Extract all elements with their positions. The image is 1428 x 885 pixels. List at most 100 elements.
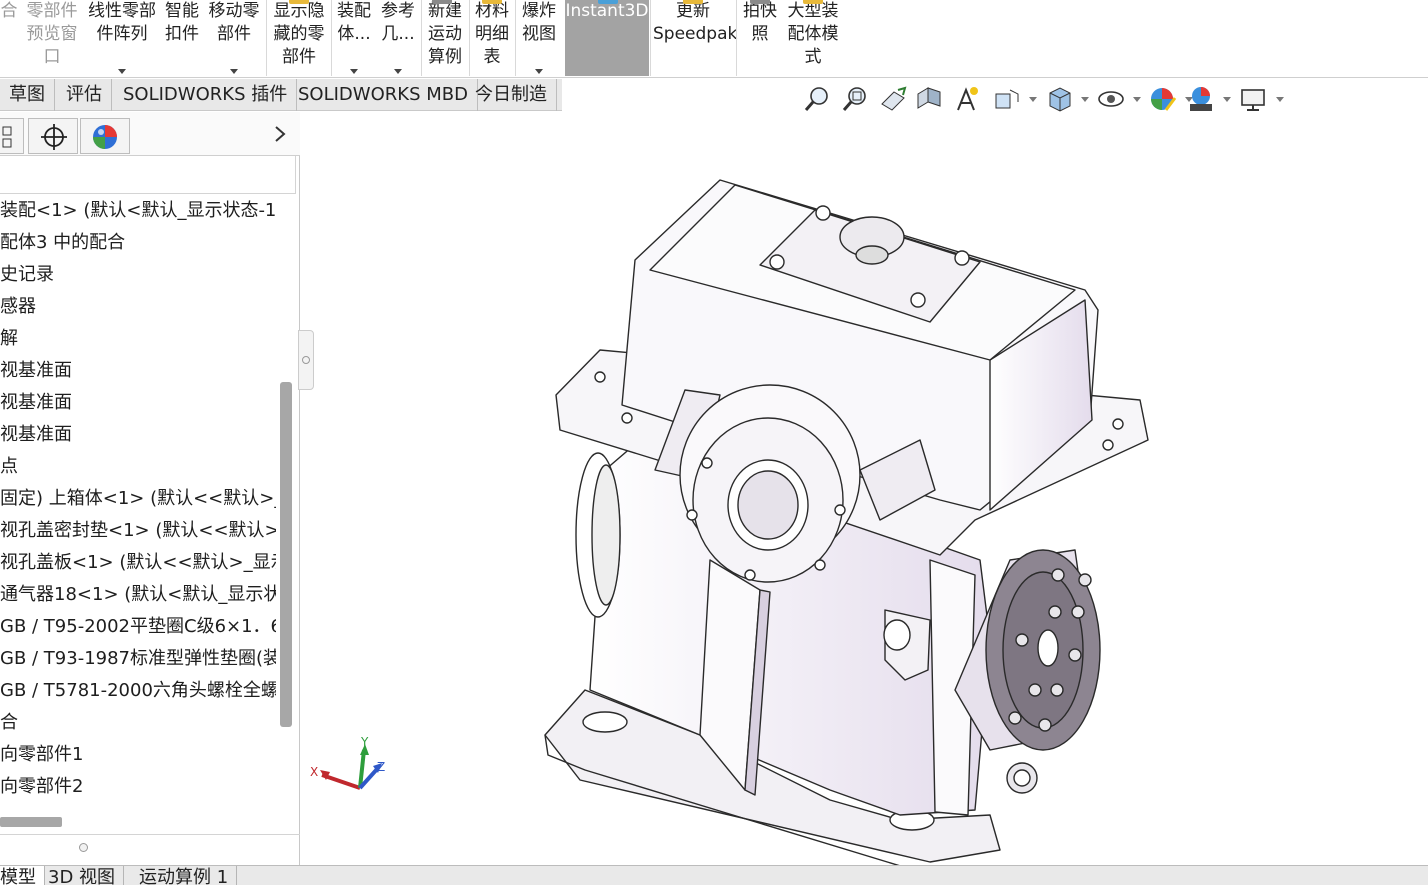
ribbon-separator	[266, 0, 267, 76]
appearance-ball-icon	[93, 125, 117, 149]
tree-item-history[interactable]: 史记录	[0, 260, 54, 290]
tree-item-top-plane[interactable]: 视基准面	[0, 388, 72, 418]
mate-button[interactable]: 合	[0, 0, 18, 76]
tree-item-front-plane[interactable]: 视基准面	[0, 356, 72, 386]
reference-geometry-button[interactable]: 参考 几...	[378, 0, 418, 76]
view-settings-icon[interactable]	[1238, 84, 1268, 114]
bom-icon	[482, 0, 502, 4]
previous-view-icon[interactable]	[878, 84, 908, 114]
bill-of-materials-button[interactable]: 材料 明细表	[472, 0, 512, 76]
show-hidden-icon	[289, 0, 309, 4]
chevron-down-icon[interactable]	[1276, 97, 1284, 102]
large-assembly-mode-button[interactable]: 大型装 配体模式	[784, 0, 842, 76]
tree-item-cover-gasket[interactable]: 视孔盖密封垫<1> (默认<<默认>_显	[0, 516, 276, 546]
panel-collapse-handle[interactable]	[298, 330, 314, 390]
display-style-icon[interactable]	[1044, 84, 1074, 114]
tree-item-spring-washer[interactable]: GB / T93-1987标准型弹性垫圈(装	[0, 644, 276, 674]
tree-filter-input[interactable]	[0, 156, 296, 194]
ribbon-separator	[650, 0, 651, 76]
tree-item-mates-in[interactable]: 配体3 中的配合	[0, 228, 125, 258]
chevron-down-icon[interactable]	[535, 69, 543, 74]
solidworks-window: 合 零部件 预览窗口 线性零部 件阵列 智能 扣件 移动零 部件 显示隐 藏的零 部件 装配…	[0, 0, 1428, 885]
tab-motion-study-1[interactable]: 运动算例 1	[131, 866, 238, 885]
chevron-down-icon[interactable]	[1029, 97, 1037, 102]
new-motion-study-button[interactable]: 新建 运动 算例	[424, 0, 466, 76]
exploded-view-button[interactable]: 爆炸 视图	[518, 0, 560, 76]
chevron-right-icon[interactable]	[272, 124, 288, 144]
dynamic-annotation-icon[interactable]	[952, 84, 982, 114]
tree-item-right-plane[interactable]: 视基准面	[0, 420, 72, 450]
tab-evaluate[interactable]: 评估	[57, 79, 112, 111]
tree-item-hex-bolt[interactable]: GB / T5781-2000六角头螺栓全螺	[0, 676, 276, 706]
x-axis-arrow	[321, 773, 361, 790]
tree-item-cover-plate[interactable]: 视孔盖板<1> (默认<<默认>_显示状	[0, 548, 276, 578]
tab-solidworks-addins[interactable]: SOLIDWORKS 插件	[114, 79, 298, 111]
section-view-icon[interactable]	[914, 84, 944, 114]
hide-show-items-icon[interactable]	[1096, 84, 1126, 114]
move-component-button[interactable]: 移动零 部件	[206, 0, 262, 76]
tab-solidworks-mbd[interactable]: SOLIDWORKS MBD	[289, 79, 478, 111]
tree-item-annotations[interactable]: 解	[0, 324, 18, 354]
tab-feature-manager[interactable]	[0, 118, 24, 154]
feature-manager-panel: 装配<1> (默认<默认_显示状态-1> 配体3 中的配合 史记录 感器 解 视…	[0, 112, 300, 865]
tab-manufacturing[interactable]: 今日制造	[466, 79, 557, 111]
tab-3d-views[interactable]: 3D 视图	[40, 866, 125, 885]
update-speedpak-button[interactable]: 更新 Speedpak	[653, 0, 737, 76]
command-manager-tabs: 草图 评估 SOLIDWORKS 插件 SOLIDWORKS MBD 今日制造	[0, 79, 562, 111]
chevron-down-icon[interactable]	[118, 69, 126, 74]
tree-item-mates[interactable]: 合	[0, 708, 18, 738]
show-hidden-components-button[interactable]: 显示隐 藏的零 部件	[270, 0, 328, 76]
tree-item-sensors[interactable]: 感器	[0, 292, 36, 322]
tree-item-assembly[interactable]: 装配<1> (默认<默认_显示状态-1>	[0, 196, 276, 226]
apply-scene-icon[interactable]	[1186, 84, 1216, 114]
heads-up-view-toolbar	[800, 84, 1290, 118]
tree-item-upper-housing[interactable]: 固定) 上箱体<1> (默认<<默认>_显示	[0, 484, 276, 514]
instant3d-icon	[598, 0, 618, 4]
speedpak-icon	[683, 0, 703, 4]
instant3d-button[interactable]: Instant3D	[565, 0, 649, 76]
chevron-down-icon[interactable]	[1223, 97, 1231, 102]
grip-icon	[302, 356, 310, 364]
panel-tabs	[0, 112, 300, 156]
ribbon-separator	[469, 0, 470, 76]
chevron-down-icon[interactable]	[394, 69, 402, 74]
tab-model[interactable]: 模型	[0, 866, 45, 885]
bottom-tabs: 模型 3D 视图 运动算例 1	[0, 865, 1428, 885]
tab-display-manager[interactable]	[80, 118, 130, 154]
tab-sketch[interactable]: 草图	[0, 79, 55, 111]
reference-triad: X Y Z	[310, 735, 385, 790]
chevron-down-icon[interactable]	[1081, 97, 1089, 102]
tree-item-component-1[interactable]: 向零部件1	[0, 740, 83, 770]
ribbon-separator	[736, 0, 737, 76]
linear-pattern-button[interactable]: 线性零部 件阵列	[84, 0, 160, 76]
panel-divider	[0, 834, 300, 835]
tree-item-flat-washer[interactable]: GB / T95-2002平垫圈C级6×1．6	[0, 612, 276, 642]
chevron-down-icon[interactable]	[1133, 97, 1141, 102]
take-snapshot-button[interactable]: 拍快照	[740, 0, 780, 76]
tree-item-component-2[interactable]: 向零部件2	[0, 772, 83, 802]
tree-item-breather[interactable]: 通气器18<1> (默认<默认_显示状	[0, 580, 276, 610]
camera-icon	[750, 0, 770, 4]
assembly-features-button[interactable]: 装配 体...	[334, 0, 374, 76]
chevron-down-icon[interactable]	[230, 69, 238, 74]
tree-vertical-scrollbar[interactable]	[280, 382, 292, 727]
command-manager-ribbon: 合 零部件 预览窗口 线性零部 件阵列 智能 扣件 移动零 部件 显示隐 藏的零 部件 装配…	[0, 0, 1428, 78]
feature-tree: 装配<1> (默认<默认_显示状态-1> 配体3 中的配合 史记录 感器 解 视…	[0, 194, 276, 814]
edit-appearance-icon[interactable]	[1148, 84, 1178, 114]
ribbon-separator	[515, 0, 516, 76]
smart-fasteners-button[interactable]: 智能 扣件	[162, 0, 202, 76]
tree-item-origin[interactable]: 点	[0, 452, 18, 482]
z-axis-label: Z	[377, 760, 385, 774]
x-axis-label: X	[310, 765, 318, 779]
panel-splitter-handle[interactable]	[79, 843, 88, 852]
chevron-down-icon[interactable]	[350, 69, 358, 74]
zoom-to-fit-icon[interactable]	[802, 84, 832, 114]
gearbox-model[interactable]	[301, 112, 1428, 865]
tab-configuration-manager[interactable]	[28, 118, 78, 154]
graphics-area[interactable]	[301, 112, 1428, 865]
component-preview-button[interactable]: 零部件 预览窗口	[24, 0, 80, 76]
tree-horizontal-scrollbar[interactable]	[0, 817, 62, 827]
zoom-to-area-icon[interactable]	[840, 84, 870, 114]
ribbon-separator	[331, 0, 332, 76]
view-orientation-icon[interactable]	[992, 84, 1022, 114]
